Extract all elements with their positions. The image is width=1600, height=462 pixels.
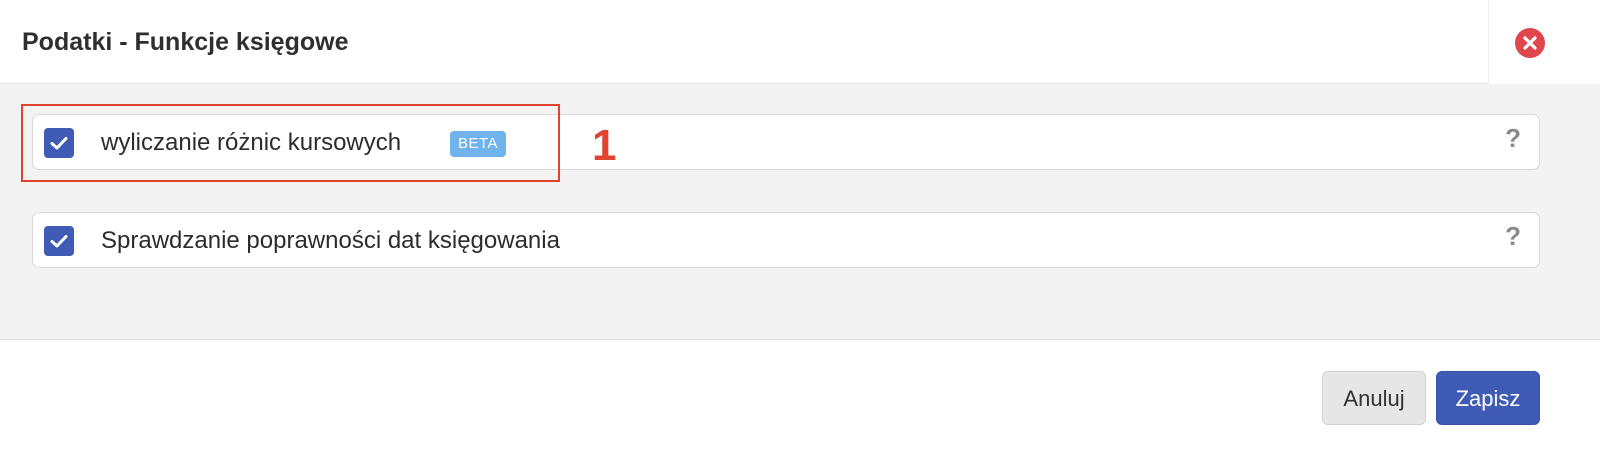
posting-date-check-label: Sprawdzanie poprawności dat księgowania (101, 227, 560, 254)
save-button[interactable]: Zapisz (1436, 371, 1540, 425)
help-icon[interactable]: ? (1505, 123, 1521, 153)
dialog-body: wyliczanie różnic kursowych BETA ? Spraw… (0, 84, 1600, 340)
exchange-differences-label: wyliczanie różnic kursowych (101, 129, 402, 156)
cancel-button[interactable]: Anuluj (1322, 371, 1426, 425)
posting-date-check-checkbox[interactable] (44, 226, 74, 256)
close-icon (1523, 36, 1537, 50)
option-posting-date-check: Sprawdzanie poprawności dat księgowania … (32, 212, 1540, 268)
close-area (1488, 0, 1600, 84)
dialog-header: Podatki - Funkcje księgowe (0, 0, 1600, 84)
checkmark-icon (50, 235, 68, 248)
checkmark-icon (50, 137, 68, 150)
settings-dialog: Podatki - Funkcje księgowe wyliczanie ró… (0, 0, 1600, 462)
annotation-number: 1 (592, 121, 617, 170)
exchange-differences-checkbox[interactable] (44, 128, 74, 158)
help-icon[interactable]: ? (1505, 221, 1521, 251)
close-button[interactable] (1515, 28, 1545, 58)
beta-badge: BETA (450, 131, 507, 157)
dialog-title: Podatki - Funkcje księgowe (22, 28, 349, 56)
dialog-footer: Anuluj Zapisz (0, 340, 1600, 462)
option-exchange-differences: wyliczanie różnic kursowych BETA ? (32, 114, 1540, 170)
